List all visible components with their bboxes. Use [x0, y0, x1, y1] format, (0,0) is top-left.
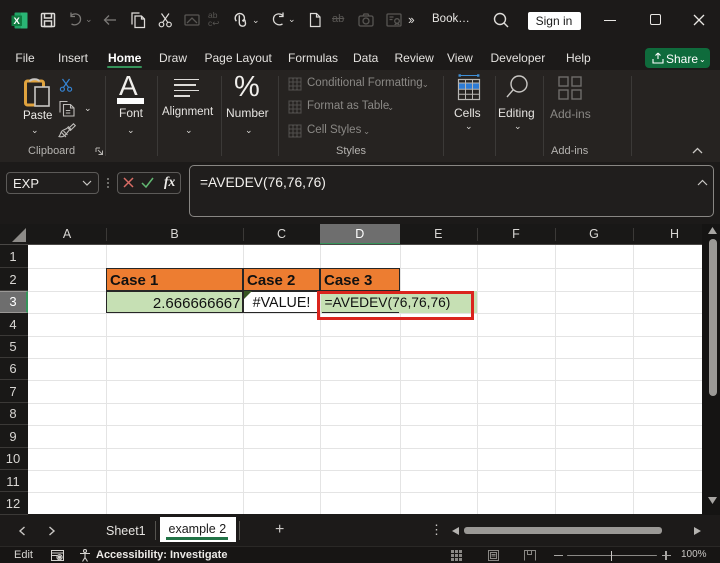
svg-text:X: X — [14, 16, 21, 27]
